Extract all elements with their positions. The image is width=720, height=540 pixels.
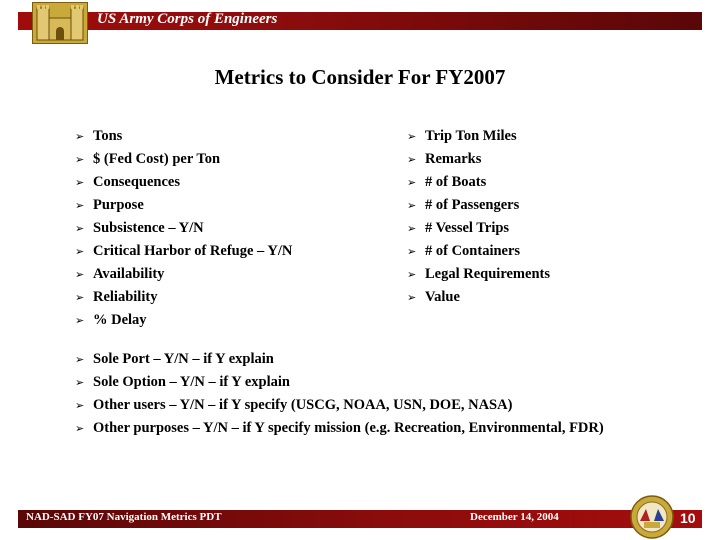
bottom-list-item: ➢ Sole Port – Y/N – if Y explain [75,348,604,371]
left-list-item: ➢ Reliability [75,286,292,309]
arrow-bullet-icon: ➢ [75,131,85,143]
list-item-text: Other users – Y/N – if Y specify (USCG, … [93,397,513,413]
left-list-item: ➢ Critical Harbor of Refuge – Y/N [75,240,292,263]
arrow-bullet-icon: ➢ [75,154,85,166]
list-item-text: $ (Fed Cost) per Ton [93,151,221,167]
arrow-bullet-icon: ➢ [407,223,417,235]
left-list-item: ➢ Purpose [75,194,292,217]
page-number: 10 [680,510,696,526]
right-list-item: ➢ Value [407,286,550,309]
right-list-item: ➢ Legal Requirements [407,263,550,286]
list-item-text: # of Containers [425,243,521,259]
list-item-text: Consequences [93,174,181,190]
list-item-text: Tons [93,128,123,144]
list-item-text: Purpose [93,197,144,213]
list-item-text: Sole Port – Y/N – if Y explain [93,351,274,367]
list-item-text: Availability [93,266,165,282]
left-list-item: ➢ $ (Fed Cost) per Ton [75,148,292,171]
arrow-bullet-icon: ➢ [75,246,85,258]
right-list-item: ➢ Remarks [407,148,550,171]
list-item-text: Legal Requirements [425,266,550,282]
arrow-bullet-icon: ➢ [75,377,85,389]
footer-project-name: NAD-SAD FY07 Navigation Metrics PDT [26,511,222,523]
slide-title: Metrics to Consider For FY2007 [214,65,506,89]
list-item-text: Sole Option – Y/N – if Y explain [93,374,290,390]
list-item-text: Subsistence – Y/N [93,220,204,236]
left-metrics-list: ➢ Tons ➢ $ (Fed Cost) per Ton ➢ Consequences ➢… [75,125,292,332]
arrow-bullet-icon: ➢ [407,177,417,189]
arrow-bullet-icon: ➢ [75,269,85,281]
list-item-text: Trip Ton Miles [425,128,517,144]
arrow-bullet-icon: ➢ [75,423,85,435]
bottom-list-item: ➢ Sole Option – Y/N – if Y explain [75,371,604,394]
arrow-bullet-icon: ➢ [75,223,85,235]
right-list-item: ➢ # of Containers [407,240,550,263]
right-list-item: ➢ # Vessel Trips [407,217,550,240]
right-metrics-list: ➢ Trip Ton Miles ➢ Remarks ➢ # of Boats ➢ # of … [407,125,550,309]
footer-date: December 14, 2004 [470,511,559,523]
list-item-text: Value [425,289,460,305]
arrow-bullet-icon: ➢ [407,154,417,166]
org-name: US Army Corps of Engineers [97,11,278,27]
list-item-text: # of Passengers [425,197,520,213]
list-item-text: Other purposes – Y/N – if Y specify miss… [93,420,604,436]
army-seal-icon [630,495,674,539]
bottom-list-item: ➢ Other purposes – Y/N – if Y specify mis… [75,417,604,440]
left-list-item: ➢ Availability [75,263,292,286]
left-list-item: ➢ Subsistence – Y/N [75,217,292,240]
arrow-bullet-icon: ➢ [407,292,417,304]
list-item-text: Remarks [425,151,482,167]
arrow-bullet-icon: ➢ [407,269,417,281]
arrow-bullet-icon: ➢ [407,246,417,258]
list-item-text: % Delay [93,312,147,328]
right-list-item: ➢ # of Passengers [407,194,550,217]
list-item-text: # of Boats [425,174,487,190]
bottom-list-item: ➢ Other users – Y/N – if Y specify (USCG,… [75,394,604,417]
arrow-bullet-icon: ➢ [407,200,417,212]
bottom-metrics-list: ➢ Sole Port – Y/N – if Y explain ➢ Sole Opt… [75,348,604,440]
left-list-item: ➢ Consequences [75,171,292,194]
left-list-item: ➢ Tons [75,125,292,148]
arrow-bullet-icon: ➢ [75,354,85,366]
castle-icon [32,2,88,44]
list-item-text: # Vessel Trips [425,220,510,236]
arrow-bullet-icon: ➢ [75,400,85,412]
list-item-text: Reliability [93,289,158,305]
right-list-item: ➢ # of Boats [407,171,550,194]
arrow-bullet-icon: ➢ [75,200,85,212]
list-item-text: Critical Harbor of Refuge – Y/N [93,243,293,259]
right-list-item: ➢ Trip Ton Miles [407,125,550,148]
arrow-bullet-icon: ➢ [75,292,85,304]
arrow-bullet-icon: ➢ [407,131,417,143]
left-list-item: ➢ % Delay [75,309,292,332]
arrow-bullet-icon: ➢ [75,315,85,327]
arrow-bullet-icon: ➢ [75,177,85,189]
